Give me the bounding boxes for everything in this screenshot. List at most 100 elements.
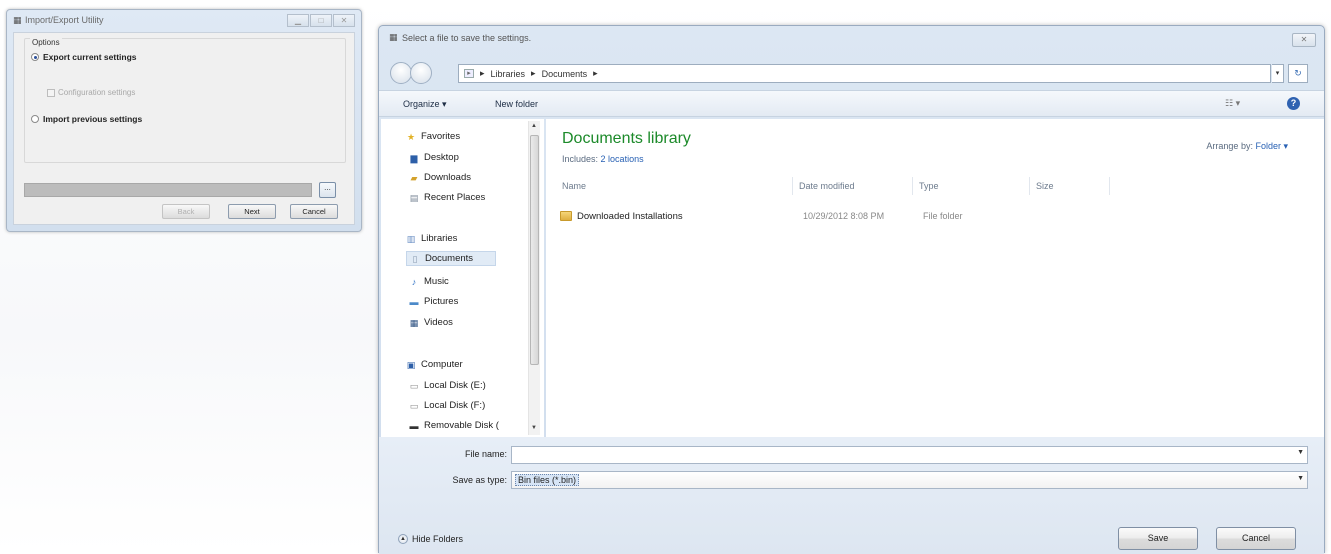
hide-folders-toggle[interactable]: ▲ Hide Folders — [398, 534, 463, 544]
nav-favorites-label: Favorites — [421, 131, 461, 142]
nav-downloads-label: Downloads — [424, 172, 471, 183]
import-radio-option[interactable]: Import previous settings — [31, 114, 142, 124]
command-toolbar: Organize ▾ New folder ☷ ▾ ? — [379, 90, 1324, 117]
back-button[interactable]: Back — [162, 204, 210, 219]
breadcrumb-chevron-icon[interactable]: ▸ — [593, 68, 598, 79]
nav-computer[interactable]: ▣ Computer — [405, 359, 463, 370]
nav-music[interactable]: ♪ Music — [408, 276, 449, 287]
column-separator[interactable] — [1109, 177, 1110, 195]
chevron-up-icon: ▲ — [398, 534, 408, 544]
utility-title: Import/Export Utility — [25, 15, 104, 25]
dialog-close-button[interactable]: ✕ — [1292, 33, 1316, 47]
file-row[interactable]: f Downloaded Installations 10/29/2012 8:… — [560, 208, 1030, 224]
file-name-input[interactable]: ▼ — [511, 446, 1308, 464]
save-button[interactable]: Save — [1118, 527, 1198, 550]
close-button[interactable]: ✕ — [333, 14, 355, 27]
file-date: 10/29/2012 8:08 PM — [803, 211, 885, 221]
utility-cancel-button[interactable]: Cancel — [290, 204, 338, 219]
nav-disk-e-label: Local Disk (E:) — [424, 380, 486, 391]
arrange-label: Arrange by: — [1206, 141, 1253, 151]
videos-icon: ▦ — [409, 317, 419, 328]
breadcrumb-libraries[interactable]: Libraries — [491, 69, 526, 79]
minimize-button[interactable]: ▁ — [287, 14, 309, 27]
nav-pictures[interactable]: ▬ Pictures — [408, 296, 459, 307]
save-dialog: ▦ Select a file to save the settings. ✕ … — [378, 25, 1325, 554]
options-group: Options Export current settings Configur… — [24, 38, 346, 163]
nav-scroll-thumb[interactable] — [530, 135, 539, 365]
nav-local-disk-e[interactable]: ▭ Local Disk (E:) — [408, 380, 486, 391]
nav-documents-label: Documents — [425, 253, 474, 264]
utility-titlebar: ▦ Import/Export Utility ▁ □ ✕ — [7, 10, 361, 32]
nav-local-disk-f[interactable]: ▭ Local Disk (F:) — [408, 400, 486, 411]
maximize-button[interactable]: □ — [310, 14, 332, 27]
help-icon[interactable]: ? — [1287, 97, 1300, 110]
export-radio-option[interactable]: Export current settings — [31, 52, 137, 62]
file-type: File folder — [923, 211, 963, 221]
save-type-label: Save as type: — [452, 475, 507, 485]
arrange-by: Arrange by: Folder ▾ — [1206, 141, 1288, 152]
view-options-icon[interactable]: ☷ ▾ — [1225, 98, 1240, 109]
column-separator[interactable] — [912, 177, 913, 195]
nav-documents[interactable]: ▯ Documents — [406, 251, 497, 266]
config-label: Configuration settings — [58, 88, 136, 97]
column-separator[interactable] — [792, 177, 793, 195]
music-icon: ♪ — [411, 276, 417, 287]
organize-menu[interactable]: Organize ▾ — [403, 99, 447, 110]
import-radio[interactable] — [31, 115, 39, 123]
arrange-dropdown[interactable]: Folder ▾ — [1255, 141, 1288, 151]
next-button[interactable]: Next — [228, 204, 276, 219]
nav-videos[interactable]: ▦ Videos — [408, 317, 453, 328]
forward-nav-button[interactable] — [410, 62, 432, 84]
library-includes: Includes: 2 locations — [562, 154, 644, 164]
library-title: Documents library — [562, 130, 691, 147]
nav-libraries[interactable]: ▥ Libraries — [405, 233, 458, 244]
column-header-type[interactable]: Type — [919, 181, 939, 191]
breadcrumb-documents[interactable]: Documents — [542, 69, 588, 79]
back-nav-button[interactable] — [390, 62, 412, 84]
nav-removable-disk[interactable]: ▬ Removable Disk ( — [408, 420, 499, 431]
import-export-window: ▦ Import/Export Utility ▁ □ ✕ Options Ex… — [6, 9, 362, 232]
column-separator[interactable] — [1029, 177, 1030, 195]
address-dropdown-icon[interactable]: ▾ — [1272, 64, 1284, 83]
export-label: Export current settings — [43, 52, 137, 62]
file-name-dropdown-icon[interactable]: ▼ — [1297, 449, 1304, 456]
file-path-field[interactable] — [24, 183, 312, 197]
includes-label: Includes: — [562, 154, 599, 164]
libraries-icon: ▥ — [406, 233, 416, 244]
breadcrumb-chevron-icon: ▸ — [480, 68, 485, 78]
column-header-date[interactable]: Date modified — [799, 181, 855, 191]
includes-locations-link[interactable]: 2 locations — [601, 154, 644, 164]
folder-icon: f — [560, 211, 572, 221]
nav-downloads[interactable]: ▰ Downloads — [408, 172, 471, 183]
nav-computer-label: Computer — [421, 359, 463, 370]
import-label: Import previous settings — [43, 114, 143, 124]
scroll-up-icon[interactable]: ▲ — [531, 123, 537, 129]
scroll-down-icon[interactable]: ▼ — [531, 425, 537, 431]
file-name: Downloaded Installations — [577, 210, 683, 222]
nav-favorites[interactable]: ★ Favorites — [405, 131, 460, 142]
address-folder-icon: ▸ — [464, 69, 474, 78]
file-name-label: File name: — [464, 449, 507, 459]
browse-button[interactable]: ... — [319, 182, 336, 198]
recent-places-icon: ▤ — [409, 192, 419, 203]
nav-desktop[interactable]: ▆ Desktop — [408, 152, 459, 163]
save-type-select[interactable]: Bin files (*.bin) ▼ — [511, 471, 1308, 489]
app-icon: ▦ — [13, 15, 22, 25]
drive-icon: ▭ — [409, 380, 419, 391]
refresh-icon[interactable]: ↻ — [1288, 64, 1308, 83]
column-header-size[interactable]: Size — [1036, 181, 1054, 191]
documents-icon: ▯ — [412, 253, 418, 264]
nav-pictures-label: Pictures — [424, 296, 459, 307]
save-options-panel: File name: ▼ Save as type: Bin files (*.… — [379, 437, 1324, 554]
save-type-dropdown-icon[interactable]: ▼ — [1297, 475, 1304, 482]
column-header-name[interactable]: Name — [562, 181, 586, 191]
new-folder-button[interactable]: New folder — [495, 99, 538, 109]
options-legend: Options — [30, 38, 62, 47]
export-radio[interactable] — [31, 53, 39, 61]
nav-scrollbar[interactable]: ▲ ▼ — [528, 121, 540, 435]
nav-recent-places[interactable]: ▤ Recent Places — [408, 192, 486, 203]
dialog-cancel-button[interactable]: Cancel — [1216, 527, 1296, 550]
pictures-icon: ▬ — [409, 296, 419, 307]
address-bar[interactable]: ▸ ▸ Libraries ▸ Documents ▸ — [458, 64, 1271, 83]
drive-icon: ▭ — [409, 400, 419, 411]
